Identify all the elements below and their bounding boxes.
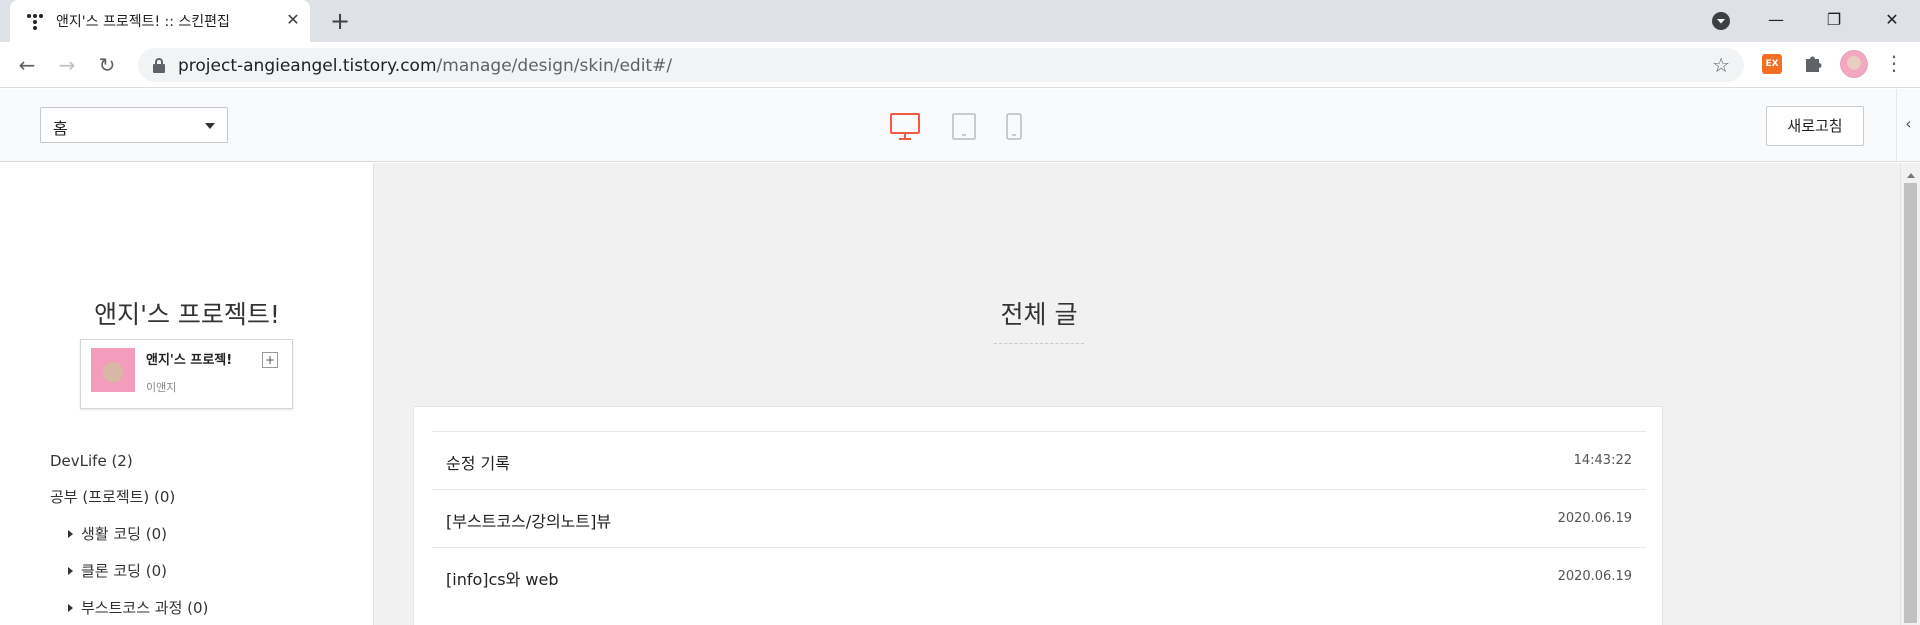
extensions-puzzle-icon[interactable] [1800,50,1826,76]
content-heading: 전체 글 [1000,300,1078,329]
subscribe-plus-button[interactable]: + [262,352,278,368]
profile-card-name[interactable]: 앤지'스 프로젝! [146,349,232,368]
new-tab-button[interactable]: + [326,8,354,36]
minimize-button[interactable]: — [1748,0,1804,42]
browser-menu-icon[interactable]: ⋮ [1884,50,1904,78]
tistory-favicon-icon [27,14,43,30]
tab-close-icon[interactable]: ✕ [282,9,304,31]
post-date: 2020.06.19 [1557,511,1632,526]
bookmark-star-icon[interactable]: ☆ [1712,53,1730,77]
browser-tab[interactable]: 앤지'스 프로젝트! :: 스킨편집 ✕ [10,0,310,42]
chevron-down-icon [205,123,215,129]
blog-preview: 앤지'스 프로젝트! 앤지'스 프로젝! + 이앤지 DevLife (2) 공… [0,163,1900,625]
caret-right-icon [68,567,73,575]
browser-toolbar: ← → ↻ project-angieangel.tistory.com/man… [0,42,1920,88]
post-date: 14:43:22 [1573,453,1632,468]
profile-avatar[interactable] [1840,50,1868,78]
url-domain: project-angieangel.tistory.com [178,56,437,76]
lock-icon [153,58,165,73]
blog-title[interactable]: 앤지'스 프로젝트! [0,295,374,331]
extension-ex-icon[interactable]: EX [1762,54,1782,74]
profile-card-avatar [91,348,135,392]
tab-search-icon[interactable] [1710,10,1732,32]
post-title[interactable]: 순정 기록 [446,450,510,474]
category-item[interactable]: 공부 (프로젝트) (0) [50,486,175,507]
chevron-left-icon[interactable]: ‹ [1896,89,1920,162]
address-bar[interactable]: project-angieangel.tistory.com/manage/de… [138,48,1744,82]
caret-right-icon [68,530,73,538]
back-button[interactable]: ← [12,50,42,80]
mobile-icon[interactable] [1006,113,1022,141]
profile-card: 앤지'스 프로젝! + 이앤지 [80,339,293,409]
tab-title: 앤지'스 프로젝트! :: 스킨편집 [56,14,230,30]
post-title[interactable]: [부스트코스/강의노트]뷰 [446,508,611,532]
desktop-icon[interactable] [890,113,920,141]
heading-divider [994,343,1084,344]
category-item[interactable]: DevLife (2) [50,452,133,470]
restore-button[interactable]: ❐ [1806,0,1862,42]
url-text: project-angieangel.tistory.com/manage/de… [178,56,672,76]
tablet-icon[interactable] [952,113,976,141]
page-select[interactable]: 홈 [40,107,228,143]
post-date: 2020.06.19 [1557,569,1632,584]
url-path: /manage/design/skin/edit#/ [436,56,673,76]
subcategory-label: 생활 코딩 (0) [81,525,167,543]
scrollbar-thumb[interactable] [1904,183,1917,623]
post-title[interactable]: [info]cs와 web [446,566,559,590]
blog-sidebar: 앤지'스 프로젝트! 앤지'스 프로젝! + 이앤지 DevLife (2) 공… [0,163,374,625]
scroll-up-arrow-icon[interactable] [1907,173,1915,178]
subcategory-label: 부스트코스 과정 (0) [81,599,209,617]
subcategory-item[interactable]: 클론 코딩 (0) [68,560,167,581]
preview-scrollbar[interactable] [1900,163,1920,625]
close-window-button[interactable]: ✕ [1864,0,1920,42]
skin-editor-header: 홈 새로고침 ‹ [0,89,1920,162]
subcategory-item[interactable]: 부스트코스 과정 (0) [68,597,208,618]
caret-right-icon [68,604,73,612]
subcategory-item[interactable]: 생활 코딩 (0) [68,523,167,544]
post-row[interactable]: [info]cs와 web 2020.06.19 [432,547,1646,605]
subcategory-label: 클론 코딩 (0) [81,562,167,580]
post-row[interactable]: [부스트코스/강의노트]뷰 2020.06.19 [432,489,1646,547]
refresh-button[interactable]: 새로고침 [1766,106,1864,146]
forward-button[interactable]: → [52,50,82,80]
page-select-value: 홈 [53,119,68,138]
reload-button[interactable]: ↻ [92,50,122,80]
post-row[interactable]: 순정 기록 14:43:22 [432,431,1646,489]
profile-card-owner: 이앤지 [146,381,177,394]
tab-strip: 앤지'스 프로젝트! :: 스킨편집 ✕ + — ❐ ✕ [0,0,1920,42]
post-list: 순정 기록 14:43:22 [부스트코스/강의노트]뷰 2020.06.19 … [413,406,1663,625]
